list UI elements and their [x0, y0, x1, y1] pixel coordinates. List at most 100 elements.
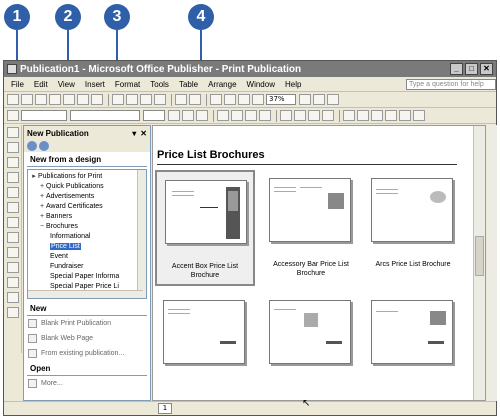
task-pane-close-icon[interactable]: ✕ [140, 129, 147, 138]
line-style-icon[interactable] [385, 110, 397, 121]
increase-indent-icon[interactable] [322, 110, 334, 121]
tree-node[interactable]: + Quick Publications [38, 182, 104, 192]
undo-icon[interactable] [175, 94, 187, 105]
help-icon[interactable] [327, 94, 339, 105]
print-icon[interactable] [63, 94, 75, 105]
tree-node-price-list[interactable]: Price List [50, 242, 81, 252]
font-size-select[interactable] [143, 110, 165, 121]
menu-format[interactable]: Format [110, 80, 145, 89]
thumbnail-arcs[interactable]: Arcs Price List Brochure [363, 170, 463, 286]
blank-web-page-link[interactable]: Blank Web Page [24, 331, 150, 346]
save-icon[interactable] [35, 94, 47, 105]
page-navigator[interactable]: 1 [158, 403, 172, 414]
select-objects-icon[interactable] [6, 127, 19, 138]
zoom-out-icon[interactable] [299, 94, 311, 105]
window-vertical-scrollbar[interactable] [487, 125, 497, 401]
tree-node[interactable]: Fundraiser [50, 262, 83, 272]
underline-icon[interactable] [196, 110, 208, 121]
thumbnail-brochure-6[interactable] [363, 292, 463, 408]
decrease-indent-icon[interactable] [308, 110, 320, 121]
fill-color-icon[interactable] [343, 110, 355, 121]
spelling-icon[interactable] [91, 94, 103, 105]
blank-print-publication-link[interactable]: Blank Print Publication [24, 316, 150, 331]
maximize-button[interactable]: □ [465, 63, 478, 75]
tree-node[interactable]: Special Paper Informa [50, 272, 119, 282]
thumbnail-brochure-5[interactable] [261, 292, 361, 408]
scroll-thumb[interactable] [475, 236, 484, 276]
text-box-icon[interactable] [6, 142, 19, 153]
justify-icon[interactable] [259, 110, 271, 121]
bullets-icon[interactable] [294, 110, 306, 121]
copy-icon[interactable] [126, 94, 138, 105]
menu-file[interactable]: File [6, 80, 29, 89]
tree-node[interactable]: Informational [50, 232, 90, 242]
arrow-icon[interactable] [6, 217, 19, 228]
zoom-select[interactable]: 37% [266, 94, 296, 105]
format-painter-icon[interactable] [154, 94, 166, 105]
font-color-icon[interactable] [371, 110, 383, 121]
zoom-in-icon[interactable] [313, 94, 325, 105]
style-select[interactable] [21, 110, 67, 121]
tree-node[interactable]: + Banners [38, 212, 72, 222]
back-icon[interactable] [27, 141, 37, 151]
font-select[interactable] [70, 110, 140, 121]
paste-icon[interactable] [140, 94, 152, 105]
hot-spot-icon[interactable] [6, 277, 19, 288]
bring-to-front-icon[interactable] [210, 94, 222, 105]
menu-window[interactable]: Window [242, 80, 280, 89]
tree-node[interactable]: − Brochures [38, 222, 78, 232]
tree-node[interactable]: + Award Certificates [38, 202, 103, 212]
tree-node[interactable]: Event [50, 252, 68, 262]
publisher-app-icon[interactable] [7, 64, 17, 74]
minimize-button[interactable]: _ [450, 63, 463, 75]
special-characters-icon[interactable] [252, 94, 264, 105]
menu-view[interactable]: View [53, 80, 80, 89]
tree-node[interactable]: + Advertisements [38, 192, 94, 202]
design-gallery-icon[interactable] [6, 307, 19, 318]
from-existing-publication-link[interactable]: From existing publication... [24, 346, 150, 361]
tree-horizontal-scrollbar[interactable] [28, 290, 143, 298]
bold-icon[interactable] [168, 110, 180, 121]
align-right-icon[interactable] [245, 110, 257, 121]
align-left-icon[interactable] [217, 110, 229, 121]
picture-frame-icon[interactable] [6, 187, 19, 198]
print-preview-icon[interactable] [77, 94, 89, 105]
wordart-icon[interactable] [6, 172, 19, 183]
menu-edit[interactable]: Edit [29, 80, 53, 89]
thumbnail-accessory-bar[interactable]: Accessory Bar Price List Brochure [261, 170, 361, 286]
tree-vertical-scrollbar[interactable] [137, 170, 146, 298]
redo-icon[interactable] [189, 94, 201, 105]
forward-icon[interactable] [39, 141, 49, 151]
line-color-icon[interactable] [357, 110, 369, 121]
design-category-tree[interactable]: ▸ Publications for Print + Quick Publicati… [27, 169, 147, 299]
insert-table-icon[interactable] [6, 157, 19, 168]
more-link[interactable]: More... [24, 376, 150, 391]
close-button[interactable]: ✕ [480, 63, 493, 75]
menu-arrange[interactable]: Arrange [203, 80, 241, 89]
tree-node[interactable]: ▸ Publications for Print [30, 172, 102, 182]
italic-icon[interactable] [182, 110, 194, 121]
line-icon[interactable] [6, 202, 19, 213]
align-center-icon[interactable] [231, 110, 243, 121]
cut-icon[interactable] [112, 94, 124, 105]
title-bar[interactable]: Publication1 - Microsoft Office Publishe… [4, 61, 496, 77]
styles-icon[interactable] [7, 110, 19, 121]
form-control-icon[interactable] [6, 292, 19, 303]
new-icon[interactable] [7, 94, 19, 105]
rectangle-icon[interactable] [6, 247, 19, 258]
menu-table[interactable]: Table [174, 80, 203, 89]
columns-icon[interactable] [238, 94, 250, 105]
insert-hyperlink-icon[interactable] [224, 94, 236, 105]
menu-help[interactable]: Help [280, 80, 306, 89]
thumbnail-brochure-4[interactable] [155, 292, 255, 408]
menu-insert[interactable]: Insert [80, 80, 110, 89]
numbering-icon[interactable] [280, 110, 292, 121]
autoshapes-icon[interactable] [6, 262, 19, 273]
arrow-style-icon[interactable] [413, 110, 425, 121]
task-pane-menu-icon[interactable]: ▾ [132, 129, 136, 138]
menu-tools[interactable]: Tools [145, 80, 174, 89]
gallery-vertical-scrollbar[interactable] [473, 126, 485, 400]
thumbnail-accent-box[interactable]: Accent Box Price List Brochure [155, 170, 255, 286]
oval-icon[interactable] [6, 232, 19, 243]
email-icon[interactable] [49, 94, 61, 105]
